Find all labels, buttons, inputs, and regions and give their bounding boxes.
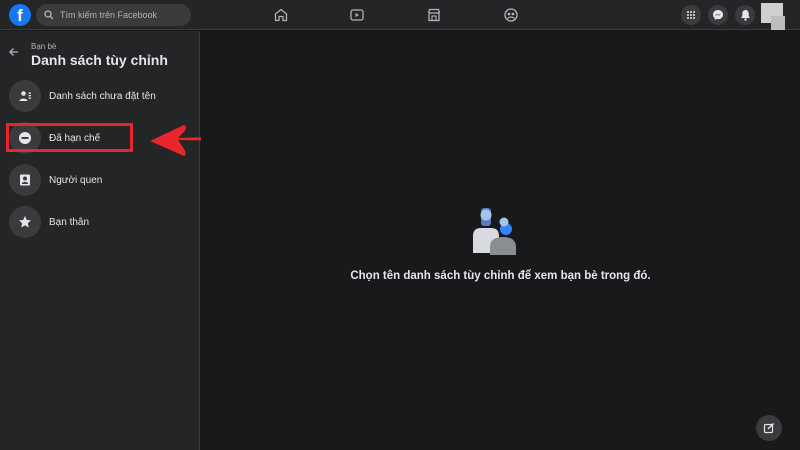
- breadcrumb[interactable]: Bạn bè: [31, 42, 56, 51]
- person-list-icon: [9, 80, 41, 112]
- menu-grid-icon[interactable]: [681, 5, 701, 25]
- notifications-icon[interactable]: [735, 5, 755, 25]
- star-icon: [9, 206, 41, 238]
- back-arrow-icon[interactable]: [6, 44, 22, 60]
- search-input[interactable]: Tìm kiếm trên Facebook: [36, 4, 191, 26]
- watch-icon[interactable]: [348, 6, 366, 24]
- main-content: Chọn tên danh sách tùy chỉnh để xem bạn …: [201, 31, 800, 450]
- top-navigation-bar: f Tìm kiếm trên Facebook: [0, 0, 800, 30]
- sidebar-item-restricted[interactable]: Đã hạn chế: [6, 119, 194, 157]
- profile-avatar-overlay: [771, 16, 785, 30]
- facebook-logo[interactable]: f: [9, 4, 31, 26]
- sidebar-item-label: Bạn thân: [49, 216, 90, 228]
- groups-icon[interactable]: [502, 6, 520, 24]
- sidebar-item-unnamed-list[interactable]: Danh sách chưa đặt tên: [6, 77, 194, 115]
- messenger-icon[interactable]: [708, 5, 728, 25]
- compose-icon[interactable]: [756, 415, 782, 441]
- marketplace-icon[interactable]: [425, 6, 443, 24]
- restricted-icon: [9, 122, 41, 154]
- sidebar-item-label: Người quen: [49, 174, 103, 186]
- page-title: Danh sách tùy chỉnh: [31, 52, 168, 68]
- sidebar-item-close-friends[interactable]: Bạn thân: [6, 203, 194, 241]
- empty-state-message: Chọn tên danh sách tùy chỉnh để xem bạn …: [350, 270, 651, 282]
- sidebar-item-label: Đã hạn chế: [49, 132, 101, 144]
- home-icon[interactable]: [272, 6, 290, 24]
- search-placeholder: Tìm kiếm trên Facebook: [60, 10, 158, 20]
- sidebar: Bạn bè Danh sách tùy chỉnh Danh sách chư…: [0, 31, 200, 450]
- contact-card-icon: [9, 164, 41, 196]
- friends-list-illustration: [473, 208, 516, 255]
- sidebar-item-acquaintances[interactable]: Người quen: [6, 161, 194, 199]
- search-icon: [44, 10, 54, 20]
- sidebar-item-label: Danh sách chưa đặt tên: [49, 90, 156, 102]
